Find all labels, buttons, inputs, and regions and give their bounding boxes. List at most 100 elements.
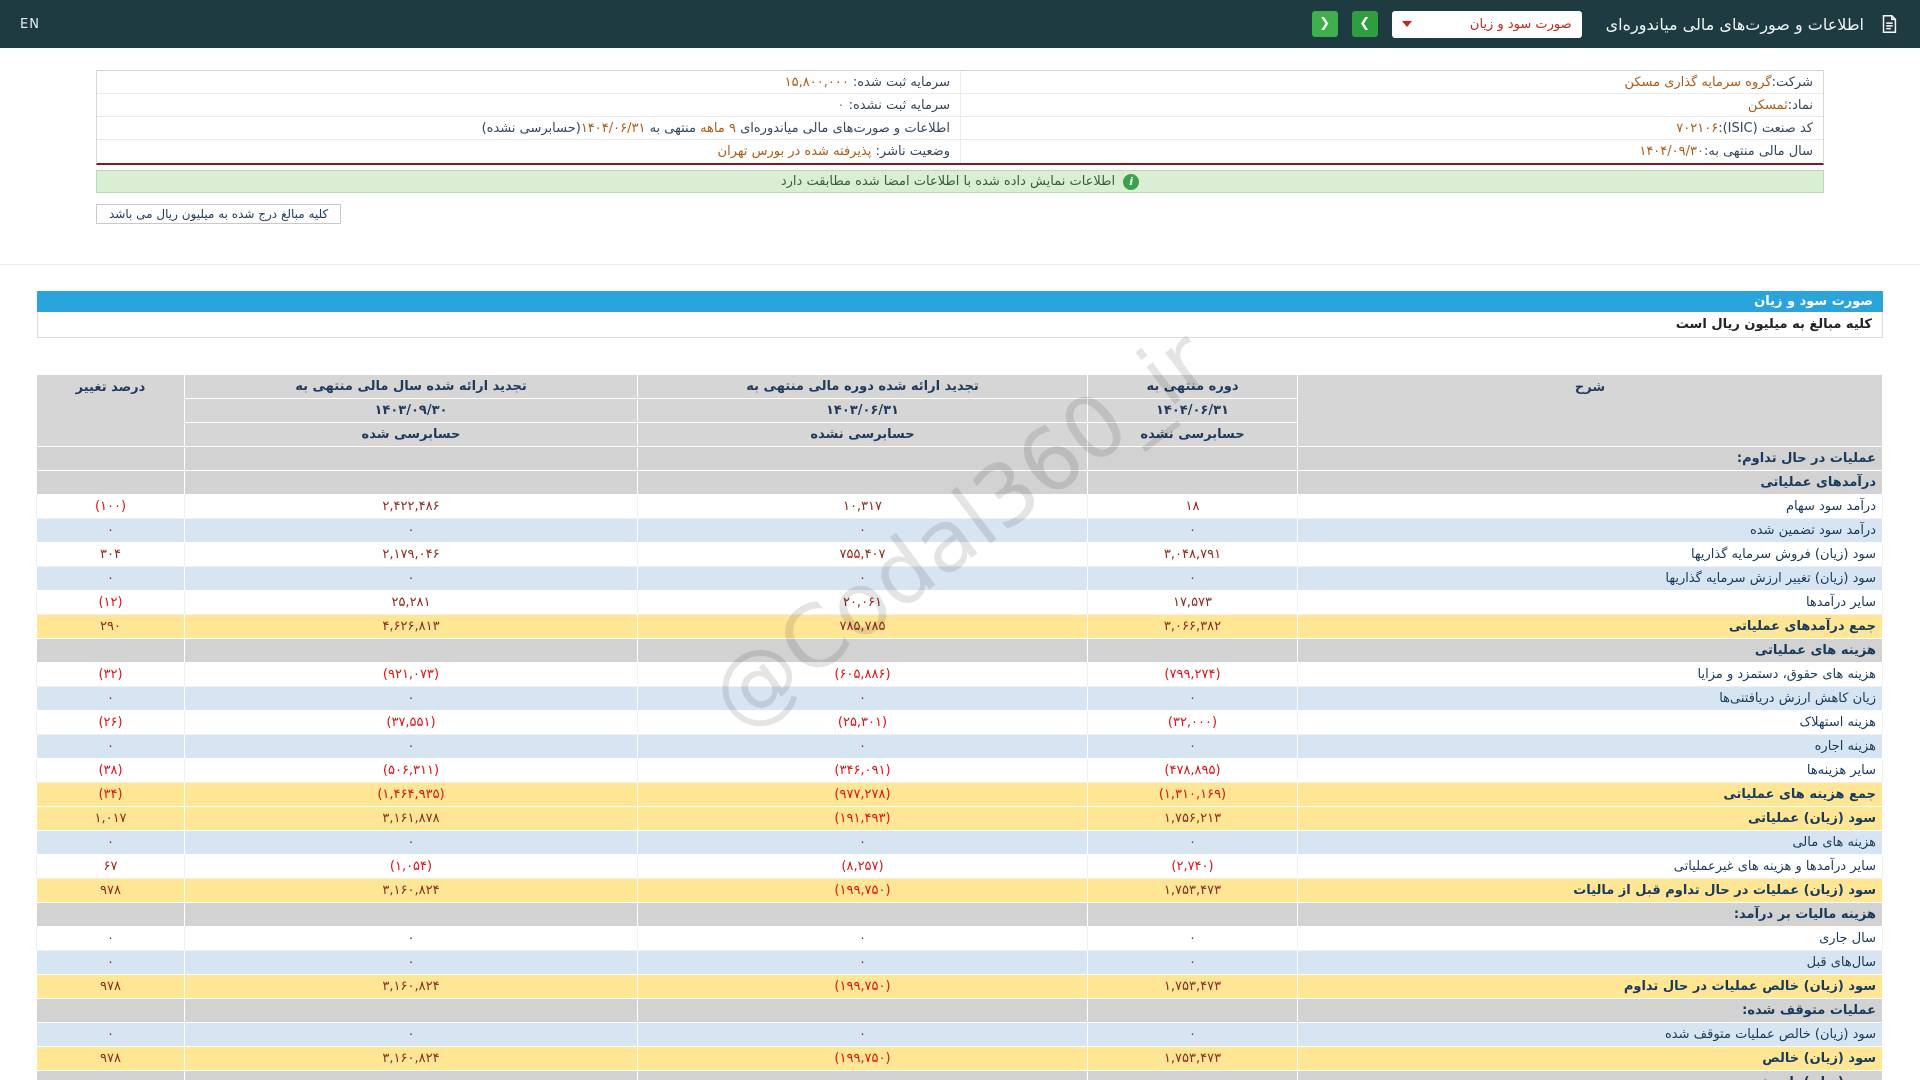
- row-label: سایر هزینه‌ها: [1297, 758, 1883, 783]
- sheet-select-value: صورت سود و زیان: [1469, 16, 1572, 32]
- change-cell: ۰: [36, 734, 185, 759]
- value-cell: ۷۵۵,۴۰۷: [637, 542, 1088, 567]
- empty-cell: [637, 470, 1088, 495]
- company-info-row: سال مالی منتهی به: ۱۴۰۴/۰۹/۳۰ وضعیت ناشر:…: [97, 140, 1823, 163]
- change-cell: ۰: [36, 1022, 185, 1047]
- total-row: سود (زیان) عملیات در حال تداوم قبل از ما…: [36, 878, 1883, 903]
- topbar: اطلاعات و صورت‌های مالی میاندوره‌ای صورت…: [0, 0, 1920, 48]
- table-row: سایر درآمدها ۱۷,۵۷۳ ۲۰,۰۶۱ ۲۵,۲۸۱ (۱۲): [36, 590, 1883, 615]
- col-date-1: ۱۴۰۴/۰۶/۳۱: [1087, 398, 1298, 423]
- page: { "colors": { "topbar_bg": "#1e3b42", "a…: [0, 0, 1920, 1080]
- value-cell: ۳,۱۶۰,۸۲۴: [184, 1046, 638, 1071]
- table-row: درآمد سود تضمین شده ۰ ۰ ۰ ۰: [36, 518, 1883, 543]
- col-date-3: ۱۴۰۳/۰۹/۳۰: [184, 398, 638, 423]
- value-cell: ۰: [1087, 830, 1298, 855]
- table-row: سایر هزینه‌ها (۴۷۸,۸۹۵) (۳۴۶,۰۹۱) (۵۰۶,۳۱۱)…: [36, 758, 1883, 783]
- total-row: سود (زیان) خالص ۱,۷۵۳,۴۷۳ (۱۹۹,۷۵۰) ۳,۱۶۰,۸…: [36, 1046, 1883, 1071]
- empty-cell: [184, 902, 638, 927]
- change-cell: (۳۸): [36, 758, 185, 783]
- value-cell: ۱۰,۳۱۷: [637, 494, 1088, 519]
- value-cell: ۰: [184, 1022, 638, 1047]
- value-cell: ۰: [637, 566, 1088, 591]
- row-label: هزینه مالیات بر درآمد:: [1297, 902, 1883, 927]
- company-info-cell: سرمایه ثبت نشده: ۰: [837, 97, 951, 113]
- value-cell: ۰: [184, 686, 638, 711]
- row-label: سود (زیان) عملیات در حال تداوم قبل از ما…: [1297, 878, 1883, 903]
- table-row: زیان کاهش ارزش دریافتنی‌ها ۰ ۰ ۰ ۰: [36, 686, 1883, 711]
- statement-unit-note: کلیه مبالغ به میلیون ریال است: [37, 312, 1883, 338]
- change-cell: ۰: [36, 830, 185, 855]
- change-cell: ۳۰۴: [36, 542, 185, 567]
- empty-cell: [637, 638, 1088, 663]
- company-info-cell: کد صنعت (ISIC): ۷۰۲۱۰۶: [960, 117, 1823, 139]
- empty-cell: [36, 1070, 185, 1080]
- value-cell: (۱۹۱,۴۹۳): [637, 806, 1088, 831]
- row-label: هزینه های مالی: [1297, 830, 1883, 855]
- page-title: اطلاعات و صورت‌های مالی میاندوره‌ای: [1605, 14, 1864, 34]
- value-cell: (۴۷۸,۸۹۵): [1087, 758, 1298, 783]
- empty-cell: [1087, 1070, 1298, 1080]
- empty-cell: [1087, 446, 1298, 471]
- empty-cell: [1087, 638, 1298, 663]
- value-cell: ۳,۱۶۱,۸۷۸: [184, 806, 638, 831]
- change-cell: ۰: [36, 926, 185, 951]
- value-cell: ۰: [637, 950, 1088, 975]
- change-cell: ۰: [36, 686, 185, 711]
- row-label: هزینه استهلاک: [1297, 710, 1883, 735]
- empty-cell: [1087, 902, 1298, 927]
- value-cell: ۳,۱۶۰,۸۲۴: [184, 974, 638, 999]
- empty-cell: [1087, 998, 1298, 1023]
- col-header-change: درصد تغییر: [36, 374, 185, 447]
- value-cell: ۰: [184, 566, 638, 591]
- value-cell: ۰: [184, 830, 638, 855]
- empty-cell: [36, 998, 185, 1023]
- topbar-right-group: اطلاعات و صورت‌های مالی میاندوره‌ای صورت…: [1311, 10, 1900, 38]
- nav-forward-button[interactable]: ❯: [1351, 11, 1378, 37]
- value-cell: ۰: [637, 830, 1088, 855]
- empty-cell: [637, 1070, 1088, 1080]
- empty-cell: [184, 446, 638, 471]
- value-cell: (۱,۰۵۴): [184, 854, 638, 879]
- change-cell: (۱۲): [36, 590, 185, 615]
- empty-cell: [36, 470, 185, 495]
- value-cell: ۰: [637, 518, 1088, 543]
- value-cell: ۰: [1087, 1022, 1298, 1047]
- unit-note: کلیه مبالغ درج شده به میلیون ریال می باش…: [96, 204, 342, 224]
- row-label: سایر درآمدها و هزینه های غیرعملیاتی: [1297, 854, 1883, 879]
- nav-back-button[interactable]: ❮: [1311, 11, 1338, 37]
- value-cell: (۳۷,۵۵۱): [184, 710, 638, 735]
- change-cell: ۲۹۰: [36, 614, 185, 639]
- row-label: جمع درآمدهای عملیاتی: [1297, 614, 1883, 639]
- value-cell: ۰: [1087, 566, 1298, 591]
- company-info-cell: شرکت: گروه سرمایه گذاری مسکن: [960, 71, 1823, 93]
- change-cell: (۳۴): [36, 782, 185, 807]
- row-label: عملیات متوقف شده:: [1297, 998, 1883, 1023]
- value-cell: ۳,۰۶۶,۳۸۲: [1087, 614, 1298, 639]
- value-cell: ۰: [637, 686, 1088, 711]
- company-info-row: کد صنعت (ISIC): ۷۰۲۱۰۶ اطلاعات و صورت‌های…: [97, 117, 1823, 140]
- sheet-select-dropdown[interactable]: صورت سود و زیان: [1391, 10, 1582, 38]
- col-audit-2: حسابرسی نشده: [637, 422, 1088, 447]
- change-cell: ۹۷۸: [36, 974, 185, 999]
- section-row: هزینه های عملیاتی: [36, 638, 1883, 663]
- company-info-cell: اطلاعات و صورت‌های مالی میاندوره‌ای ۹ ما…: [481, 120, 950, 136]
- change-cell: ۱,۰۱۷: [36, 806, 185, 831]
- signed-match-banner: i اطلاعات نمایش داده شده با اطلاعات امضا…: [96, 170, 1824, 193]
- value-cell: ۱,۷۵۶,۲۱۳: [1087, 806, 1298, 831]
- language-en-link[interactable]: EN: [20, 17, 40, 32]
- value-cell: (۱۹۹,۷۵۰): [637, 1046, 1088, 1071]
- row-label: سایر درآمدها: [1297, 590, 1883, 615]
- empty-cell: [637, 446, 1088, 471]
- empty-cell: [36, 446, 185, 471]
- total-row: جمع درآمدهای عملیاتی ۳,۰۶۶,۳۸۲ ۷۸۵,۷۸۵ ۴,۶۲…: [36, 614, 1883, 639]
- value-cell: (۳۴۶,۰۹۱): [637, 758, 1088, 783]
- empty-cell: [184, 470, 638, 495]
- row-label: هزینه های عملیاتی: [1297, 638, 1883, 663]
- unit-note-wrap: کلیه مبالغ درج شده به میلیون ریال می باش…: [96, 203, 1824, 224]
- signed-match-text: اطلاعات نمایش داده شده با اطلاعات امضا ش…: [780, 174, 1116, 189]
- empty-cell: [1087, 470, 1298, 495]
- total-row: سود (زیان) خالص عملیات در حال تداوم ۱,۷۵۳…: [36, 974, 1883, 999]
- table-row: سود (زیان) خالص عملیات متوقف شده ۰ ۰ ۰ ۰: [36, 1022, 1883, 1047]
- table-row: سایر درآمدها و هزینه های غیرعملیاتی (۲,۷۴…: [36, 854, 1883, 879]
- income-statement-table: شرح دوره منتهی به تجدید ارائه شده دوره م…: [36, 374, 1883, 1080]
